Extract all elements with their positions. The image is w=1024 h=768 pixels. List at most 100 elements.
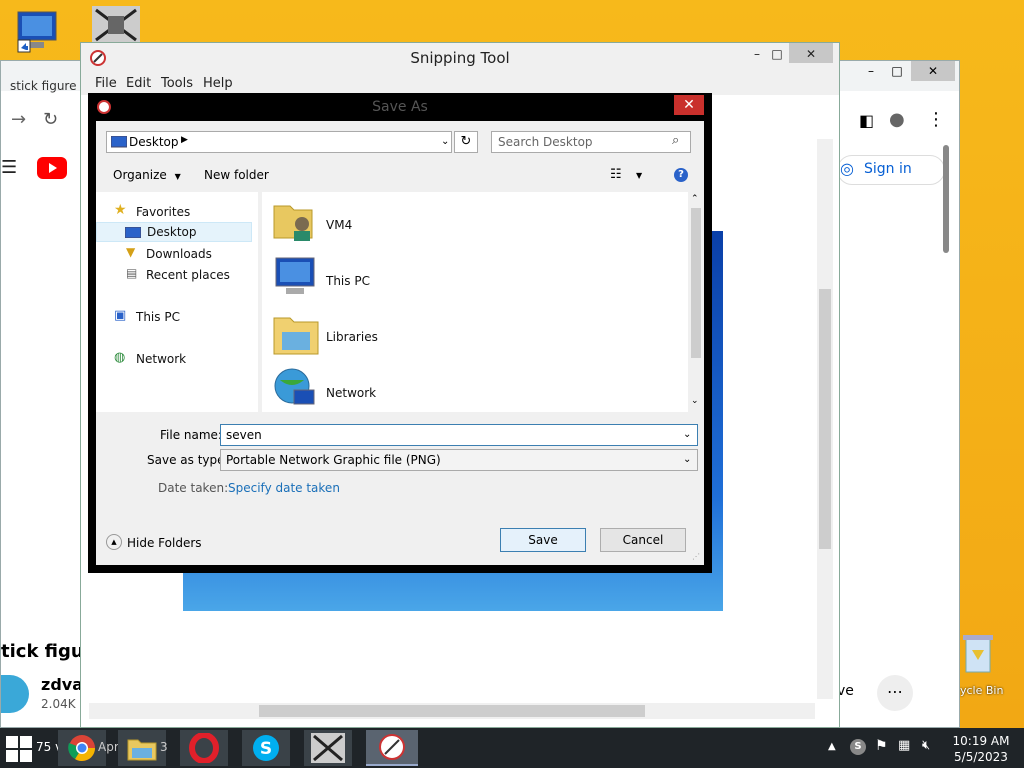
youtube-logo-icon[interactable] — [37, 157, 67, 179]
recent-places-icon: ▤ — [126, 266, 138, 280]
file-list-pane: VM4 This PC Libraries Network — [262, 192, 688, 412]
tray-network-icon[interactable]: ▦ — [898, 738, 910, 753]
dialog-titlebar: Save As ✕ — [88, 93, 712, 121]
nav-favorites[interactable]: Favorites — [136, 205, 190, 219]
breadcrumb-arrow-icon[interactable]: ▶ — [181, 135, 188, 145]
browser-tab-title[interactable]: stick figure w — [10, 79, 90, 93]
hide-folders-button[interactable]: ▲ Hide Folders — [106, 534, 206, 552]
desktop-icon-computer[interactable] — [16, 10, 62, 56]
address-text: Desktop — [129, 135, 179, 149]
file-item[interactable]: Network — [272, 366, 452, 412]
recycle-bin-glyph-icon — [963, 635, 993, 673]
address-dropdown-icon[interactable]: ⌄ — [441, 136, 449, 147]
channel-avatar[interactable] — [1, 675, 29, 713]
date-taken-label: Date taken: — [158, 481, 229, 495]
search-desktop-input[interactable]: Search Desktop ⌕ — [491, 131, 691, 153]
save-type-dropdown-icon[interactable]: ⌄ — [683, 450, 691, 470]
snip-maximize-button[interactable]: □ — [763, 43, 791, 63]
desktop-icon — [125, 227, 141, 238]
resize-grip-icon[interactable]: ⋰ — [692, 552, 700, 561]
dialog-app-icon — [97, 100, 111, 114]
sign-in-button[interactable]: ◎ Sign in — [837, 155, 945, 185]
taskbar-snipping-tool[interactable] — [366, 730, 418, 766]
save-button[interactable]: Save — [500, 528, 586, 552]
menu-edit[interactable]: Edit — [126, 76, 151, 91]
back-arrow-icon[interactable]: → — [11, 109, 26, 130]
opera-icon — [189, 732, 219, 764]
scroll-up-icon[interactable]: ⌃ — [691, 194, 699, 204]
browser-close-button[interactable]: ✕ — [911, 61, 955, 81]
nav-this-pc[interactable]: This PC — [136, 310, 180, 324]
snipping-tool-titlebar: Snipping Tool – □ ✕ — [81, 43, 839, 73]
favorites-star-icon: ★ — [114, 202, 127, 218]
file-label: Network — [326, 386, 377, 400]
recycle-bin-icon[interactable]: ycle Bin — [958, 632, 1024, 702]
menu-hamburger-icon[interactable]: ☰ — [1, 157, 17, 178]
view-dropdown-icon[interactable]: ▼ — [636, 171, 642, 180]
subscriber-count: 2.04K s — [41, 697, 86, 711]
taskbar-opera[interactable] — [180, 730, 228, 766]
clock-time: 10:19 AM — [952, 734, 1010, 748]
user-folder-icon — [273, 205, 313, 241]
nav-recent-places[interactable]: Recent places — [146, 268, 230, 282]
search-placeholder: Search Desktop — [498, 135, 593, 149]
browser-maximize-button[interactable]: □ — [883, 61, 911, 81]
snipping-tool-icon — [90, 50, 106, 66]
save-type-label: Save as type: — [147, 453, 229, 467]
save-type-value: Portable Network Graphic file (PNG) — [226, 453, 441, 467]
scroll-down-icon[interactable]: ⌄ — [691, 396, 699, 406]
network-globe-icon — [274, 368, 315, 405]
organize-dropdown-icon: ▼ — [174, 172, 181, 181]
account-icon: ◎ — [840, 159, 854, 178]
nav-network[interactable]: Network — [136, 352, 186, 366]
dialog-close-button[interactable]: ✕ — [674, 95, 704, 115]
desktop-location-icon — [111, 136, 127, 148]
refresh-icon[interactable]: ↻ — [454, 131, 478, 153]
file-item[interactable]: This PC — [272, 254, 452, 304]
tray-volume-muted-icon[interactable]: 🔇︎ — [922, 738, 930, 753]
sidepanel-icon[interactable]: ◧ — [859, 111, 874, 130]
browser-scrollbar[interactable] — [941, 145, 951, 253]
snip-vertical-scrollbar[interactable] — [817, 139, 833, 699]
taskbar-explorer[interactable] — [118, 730, 166, 766]
nav-desktop[interactable]: Desktop — [96, 222, 252, 242]
cancel-button[interactable]: Cancel — [600, 528, 686, 552]
tray-clock[interactable]: 10:19 AM 5/5/2023 — [950, 733, 1012, 765]
start-button[interactable] — [0, 730, 40, 766]
chrome-menu-icon[interactable]: ⋮ — [927, 109, 945, 130]
file-name-dropdown-icon[interactable]: ⌄ — [683, 425, 691, 445]
tray-flag-icon[interactable]: ⚑ — [875, 738, 888, 754]
nav-downloads[interactable]: Downloads — [146, 247, 212, 261]
snip-close-button[interactable]: ✕ — [789, 43, 833, 63]
nav-desktop-label: Desktop — [147, 225, 197, 239]
taskbar-app-tool[interactable] — [304, 730, 352, 766]
help-icon[interactable]: ? — [674, 168, 688, 182]
monitor-icon — [17, 11, 57, 53]
view-options-icon[interactable]: ☷ — [610, 167, 622, 182]
tray-skype-icon[interactable]: S — [850, 739, 866, 755]
file-item[interactable]: Libraries — [272, 310, 452, 360]
tray-overflow-icon[interactable]: ▲ — [828, 741, 836, 752]
file-explorer-icon — [127, 739, 157, 761]
new-folder-button[interactable]: New folder — [204, 168, 269, 182]
file-item[interactable]: VM4 — [272, 198, 452, 248]
menu-file[interactable]: File — [95, 76, 117, 91]
taskbar-skype[interactable]: S — [242, 730, 290, 766]
menu-tools[interactable]: Tools — [161, 76, 193, 91]
file-name-input[interactable]: seven ⌄ — [220, 424, 698, 446]
address-bar[interactable]: Desktop ▶ ⌄ — [106, 131, 452, 153]
menu-help[interactable]: Help — [203, 76, 233, 91]
app-icon — [92, 6, 140, 44]
recycle-bin-label: ycle Bin — [960, 684, 1004, 697]
more-actions-button[interactable]: ⋯ — [877, 675, 913, 711]
file-list-scrollbar[interactable]: ⌃ ⌄ — [688, 192, 704, 412]
skype-icon: S — [253, 735, 279, 761]
save-type-select[interactable]: Portable Network Graphic file (PNG) ⌄ — [220, 449, 698, 471]
specify-date-link[interactable]: Specify date taken — [228, 481, 340, 495]
organize-button[interactable]: Organize ▼ — [113, 168, 181, 182]
snip-horizontal-scrollbar[interactable] — [89, 703, 815, 719]
profile-icon[interactable]: ● — [889, 109, 905, 130]
reload-icon[interactable]: ↻ — [43, 109, 58, 130]
file-name-value: seven — [226, 428, 262, 442]
browser-minimize-button[interactable]: – — [857, 61, 885, 81]
